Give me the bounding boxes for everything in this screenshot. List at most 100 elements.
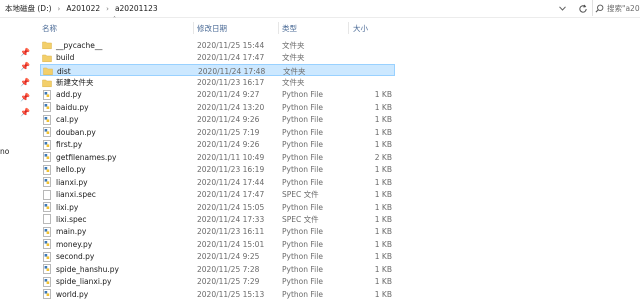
file-name-cell[interactable]: first.py (42, 139, 192, 151)
file-name-cell[interactable]: second.py (42, 251, 192, 263)
file-row[interactable]: first.py 2020/11/24 9:26 Python File 1 KB (40, 139, 395, 151)
column-header-date[interactable]: 修改日期 (197, 21, 277, 35)
file-type: Python File (282, 264, 323, 274)
file-row[interactable]: lianxi.spec 2020/11/24 17:47 SPEC 文件 1 KB (40, 188, 395, 200)
column-divider[interactable] (348, 22, 349, 34)
file-name-cell[interactable]: baidu.py (42, 101, 192, 113)
search-icon (595, 4, 604, 12)
file-row[interactable]: douban.py 2020/11/25 7:19 Python File 1 KB (40, 126, 395, 138)
file-row[interactable]: dist 2020/11/24 17:48 文件夹 (40, 63, 395, 77)
refresh-button[interactable] (576, 1, 590, 16)
file-name-cell[interactable]: lixi.spec (42, 213, 192, 225)
python-file-icon (42, 90, 52, 100)
file-name: world.py (56, 289, 89, 299)
file-row[interactable]: getfilenames.py 2020/11/11 10:49 Python Fi… (40, 151, 395, 163)
file-name-cell[interactable]: douban.py (42, 126, 192, 138)
file-size: 1 KB (374, 90, 392, 100)
file-row[interactable]: build 2020/11/24 17:47 文件夹 (40, 51, 395, 63)
breadcrumb-item-drive[interactable]: 本地磁盘 (D:) (4, 3, 53, 14)
file-modified-date: 2020/11/24 9:27 (197, 90, 260, 100)
file-row[interactable]: __pycache__ 2020/11/25 15:44 文件夹 (40, 39, 395, 51)
file-row[interactable]: lixi.spec 2020/11/24 17:33 SPEC 文件 1 KB (40, 213, 395, 225)
file-row[interactable]: main.py 2020/11/23 16:11 Python File 1 KB (40, 226, 395, 238)
nav-item-label[interactable]: no (0, 147, 9, 156)
file-name-cell[interactable]: world.py (42, 288, 192, 300)
file-modified-date: 2020/11/25 7:29 (197, 277, 260, 287)
file-name-cell[interactable]: __pycache__ (42, 39, 192, 51)
file-row[interactable]: second.py 2020/11/24 9:25 Python File 1 KB (40, 251, 395, 263)
file-name-cell[interactable]: getfilenames.py (42, 151, 192, 163)
file-row[interactable]: baidu.py 2020/11/24 13:20 Python File 1 KB (40, 101, 395, 113)
search-input[interactable]: 搜索"a2020 (592, 0, 640, 16)
file-row[interactable]: cal.py 2020/11/24 9:26 Python File 1 KB (40, 114, 395, 126)
column-header-name[interactable]: 名称 (42, 21, 192, 35)
file-size: 1 KB (374, 165, 392, 175)
chevron-right-icon[interactable]: › (101, 5, 114, 13)
column-divider[interactable] (193, 22, 194, 34)
column-header-size[interactable]: 大小 (353, 21, 393, 35)
file-modified-date: 2020/11/23 16:11 (197, 227, 265, 237)
file-row[interactable]: hello.py 2020/11/23 16:19 Python File 1 KB (40, 164, 395, 176)
file-row[interactable]: lianxi.py 2020/11/24 17:44 Python File 1 KB (40, 176, 395, 188)
file-row[interactable]: money.py 2020/11/24 15:01 Python File 1 KB (40, 238, 395, 250)
file-row[interactable]: lixi.py 2020/11/24 15:05 Python File 1 KB (40, 201, 395, 213)
pin-icon[interactable]: 📌 (20, 62, 30, 71)
file-name-cell[interactable]: lixi.py (42, 201, 192, 213)
file-modified-date: 2020/11/25 15:13 (197, 289, 265, 299)
address-history-dropdown[interactable] (556, 2, 568, 15)
breadcrumb-item-a20201123[interactable]: a20201123 (114, 4, 159, 13)
file-type: Python File (282, 277, 323, 287)
file-row[interactable]: 新建文件夹 2020/11/23 16:17 文件夹 (40, 76, 395, 88)
file-name-cell[interactable]: spide_hanshu.py (42, 263, 192, 275)
file-type: 文件夹 (282, 53, 305, 63)
file-type: Python File (282, 177, 323, 187)
file-size: 1 KB (374, 277, 392, 287)
file-name-cell[interactable]: 新建文件夹 (42, 76, 192, 88)
file-type: SPEC 文件 (282, 214, 319, 224)
file-size: 1 KB (374, 227, 392, 237)
chevron-right-icon[interactable]: › (53, 5, 66, 13)
pin-icon[interactable]: 📌 (20, 93, 30, 102)
file-name: add.py (56, 90, 82, 100)
address-bar[interactable]: 本地磁盘 (D:) › A201022 › a20201123 搜索"a2020 (0, 0, 640, 18)
pin-icon[interactable]: 📌 (20, 108, 30, 117)
file-name-cell[interactable]: add.py (42, 89, 192, 101)
file-name-cell[interactable]: spide_lianxi.py (42, 276, 192, 288)
file-name-cell[interactable]: main.py (42, 226, 192, 238)
file-size: 1 KB (374, 214, 392, 224)
folder-icon (42, 78, 52, 88)
file-size: 1 KB (374, 252, 392, 262)
file-size (352, 76, 392, 88)
file-name-cell[interactable]: hello.py (42, 164, 192, 176)
file-size: 1 KB (374, 115, 392, 125)
pin-icon[interactable]: 📌 (20, 78, 30, 87)
file-modified-date: 2020/11/24 9:26 (197, 115, 260, 125)
file-name: lixi.spec (56, 214, 87, 224)
file-size: 1 KB (374, 177, 392, 187)
file-name: spide_lianxi.py (56, 277, 112, 287)
file-row[interactable]: spide_lianxi.py 2020/11/25 7:29 Python Fil… (40, 276, 395, 288)
file-name: build (56, 53, 75, 63)
file-name-cell[interactable]: cal.py (42, 114, 192, 126)
folder-icon (43, 66, 53, 76)
file-name: cal.py (56, 115, 79, 125)
file-modified-date: 2020/11/24 9:26 (197, 140, 260, 150)
file-type: Python File (282, 202, 323, 212)
search-placeholder: 搜索"a2020 (607, 3, 640, 13)
file-name: hello.py (56, 165, 86, 175)
file-name-cell[interactable]: money.py (42, 238, 192, 250)
column-divider[interactable] (278, 22, 279, 34)
file-type: Python File (282, 90, 323, 100)
file-name-cell[interactable]: lianxi.py (42, 176, 192, 188)
file-name-cell[interactable]: lianxi.spec (42, 188, 192, 200)
file-row[interactable]: spide_hanshu.py 2020/11/25 7:28 Python Fil… (40, 263, 395, 275)
file-row[interactable]: add.py 2020/11/24 9:27 Python File 1 KB (40, 89, 395, 101)
file-name-cell[interactable]: build (42, 51, 192, 63)
folder-icon (42, 40, 52, 50)
column-header-type[interactable]: 类型 (282, 21, 352, 35)
file-name: second.py (56, 252, 95, 262)
file-row[interactable]: world.py 2020/11/25 15:13 Python File 1 KB (40, 288, 395, 300)
breadcrumb-item-a201022[interactable]: A201022 (65, 4, 101, 13)
file-modified-date: 2020/11/24 17:44 (197, 177, 265, 187)
pin-icon[interactable]: 📌 (20, 48, 30, 57)
